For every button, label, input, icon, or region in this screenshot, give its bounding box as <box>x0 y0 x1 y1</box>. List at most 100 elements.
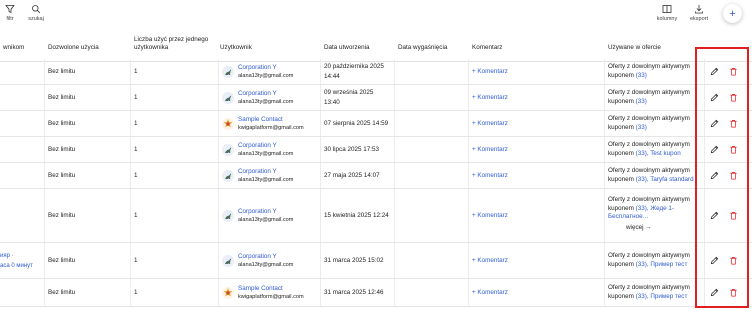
offer-text: Oferty z dowolnym aktywnym kuponem (33) <box>608 63 700 80</box>
user-cell[interactable]: Corporation Yalana13ty@gmail.com <box>222 168 293 184</box>
user-cell[interactable]: Sample Contact kwigaplatform@gmail.com <box>222 285 304 301</box>
column-divider <box>320 111 321 136</box>
user-email: alana13ty@gmail.com <box>238 99 294 105</box>
allowed-uses: Bez limitu <box>48 172 76 179</box>
add-comment-link[interactable]: + Komentarz <box>472 146 508 155</box>
add-button[interactable]: + <box>723 4 742 23</box>
created-time: 14:44 <box>324 73 340 80</box>
column-divider <box>604 279 605 306</box>
header-created: Data utworzenia <box>324 44 370 51</box>
column-divider <box>394 279 395 306</box>
user-email: kwigaplatform@gmail.com <box>238 125 304 131</box>
export-button[interactable]: eksport <box>685 4 713 22</box>
header-per-user: Liczba użyć przez jednego użytkownika <box>134 36 209 51</box>
filter-icon <box>5 5 15 14</box>
user-name[interactable]: Sample Contact <box>238 116 304 124</box>
user-name[interactable]: Sample Contact <box>238 285 304 293</box>
add-comment-link[interactable]: + Komentarz <box>472 120 508 129</box>
allowed-uses: Bez limitu <box>48 289 76 296</box>
search-button[interactable]: szukaj <box>22 4 50 22</box>
column-divider <box>394 59 395 84</box>
created-date: 31 marca 2025 12:46 <box>324 289 384 296</box>
column-divider <box>468 243 469 278</box>
column-divider <box>130 243 131 278</box>
avatar <box>222 92 234 104</box>
user-cell[interactable]: Corporation Yalana13ty@gmail.com <box>222 90 293 106</box>
toolbar: filtr szukaj kolumny eksport + <box>0 0 752 28</box>
offer-line2: kuponem (33), Жеде 1- <box>608 205 700 214</box>
user-cell[interactable]: Corporation Yalana13ty@gmail.com <box>222 142 293 158</box>
column-divider <box>130 279 131 306</box>
offer-prefix: kuponem <box>608 97 636 105</box>
column-divider <box>218 111 219 136</box>
column-divider <box>468 279 469 306</box>
per-user-uses: 1 <box>134 289 138 296</box>
offer-line1: Oferty z dowolnym aktywnym <box>608 196 690 203</box>
column-divider <box>468 59 469 84</box>
add-comment-link[interactable]: + Komentarz <box>472 172 508 181</box>
column-divider <box>130 137 131 162</box>
column-divider <box>218 85 219 110</box>
column-divider <box>320 137 321 162</box>
offer-link[interactable]: (33), Taryfa standard <box>636 176 694 183</box>
add-comment-link[interactable]: + Komentarz <box>472 257 508 266</box>
column-divider <box>130 163 131 188</box>
header-allowed: Dozwolone użycia <box>48 44 99 51</box>
offer-link[interactable]: (33), Пример тест <box>636 261 688 268</box>
export-label: eksport <box>689 16 709 22</box>
column-divider <box>44 85 45 110</box>
plus-icon: + <box>729 7 736 20</box>
user-cell[interactable]: Corporation Yalana13ty@gmail.com <box>222 208 293 224</box>
left-link-line2[interactable]: аса 0 минут <box>0 262 33 270</box>
header-user: Użytkownik <box>220 44 252 51</box>
user-name[interactable]: Corporation Y <box>238 168 293 176</box>
offer-link[interactable]: (33), Пример тест <box>636 293 688 300</box>
search-label: szukaj <box>28 16 44 22</box>
user-cell[interactable]: Sample Contact kwigaplatform@gmail.com <box>222 116 304 132</box>
allowed-uses: Bez limitu <box>48 257 76 264</box>
column-divider <box>320 189 321 242</box>
user-email: kwigaplatform@gmail.com <box>238 294 304 300</box>
add-comment-link[interactable]: + Komentarz <box>472 68 508 77</box>
user-email: alana13ty@gmail.com <box>238 262 294 268</box>
allowed-uses: Bez limitu <box>48 94 76 101</box>
column-divider <box>320 59 321 84</box>
column-divider <box>44 163 45 188</box>
add-comment-link[interactable]: + Komentarz <box>472 289 508 298</box>
column-divider <box>218 137 219 162</box>
offer-line1: Oferty z dowolnym aktywnym <box>608 115 690 122</box>
column-divider <box>130 111 131 136</box>
offer-link[interactable]: (33), Жеде 1- <box>636 205 674 212</box>
user-name[interactable]: Corporation Y <box>238 90 293 98</box>
user-cell[interactable]: Corporation Yalana13ty@gmail.com <box>222 253 293 269</box>
offer-prefix: kuponem <box>608 260 636 268</box>
column-divider <box>604 137 605 162</box>
offer-link[interactable]: (33), Test kupon <box>636 150 681 157</box>
offer-prefix: kuponem <box>608 149 636 157</box>
add-comment-link[interactable]: + Komentarz <box>472 212 508 221</box>
more-link[interactable]: więcej → <box>626 224 652 233</box>
offer-line3[interactable]: Бесплатное… <box>608 213 700 222</box>
offer-link[interactable]: (33) <box>636 72 647 79</box>
column-divider <box>468 111 469 136</box>
user-cell[interactable]: Corporation Yalana13ty@gmail.com <box>222 64 293 80</box>
offer-link[interactable]: (33) <box>636 124 647 131</box>
actions-highlight-frame <box>695 47 749 308</box>
created-date: 20 października 2025 <box>324 63 384 70</box>
user-name[interactable]: Corporation Y <box>238 253 293 261</box>
filter-button[interactable]: filtr <box>0 4 24 22</box>
allowed-uses: Bez limitu <box>48 68 76 75</box>
user-email: alana13ty@gmail.com <box>238 177 294 183</box>
column-divider <box>130 59 131 84</box>
offer-link[interactable]: (33) <box>636 98 647 105</box>
column-divider <box>394 111 395 136</box>
user-name[interactable]: Corporation Y <box>238 208 293 216</box>
offer-prefix: kuponem <box>608 204 636 212</box>
user-name[interactable]: Corporation Y <box>238 142 293 150</box>
left-link-line1[interactable]: ияр · <box>0 252 14 260</box>
per-user-uses: 1 <box>134 257 138 264</box>
user-name[interactable]: Corporation Y <box>238 64 293 72</box>
offer-prefix: kuponem <box>608 175 636 183</box>
columns-button[interactable]: kolumny <box>653 4 681 22</box>
add-comment-link[interactable]: + Komentarz <box>472 94 508 103</box>
